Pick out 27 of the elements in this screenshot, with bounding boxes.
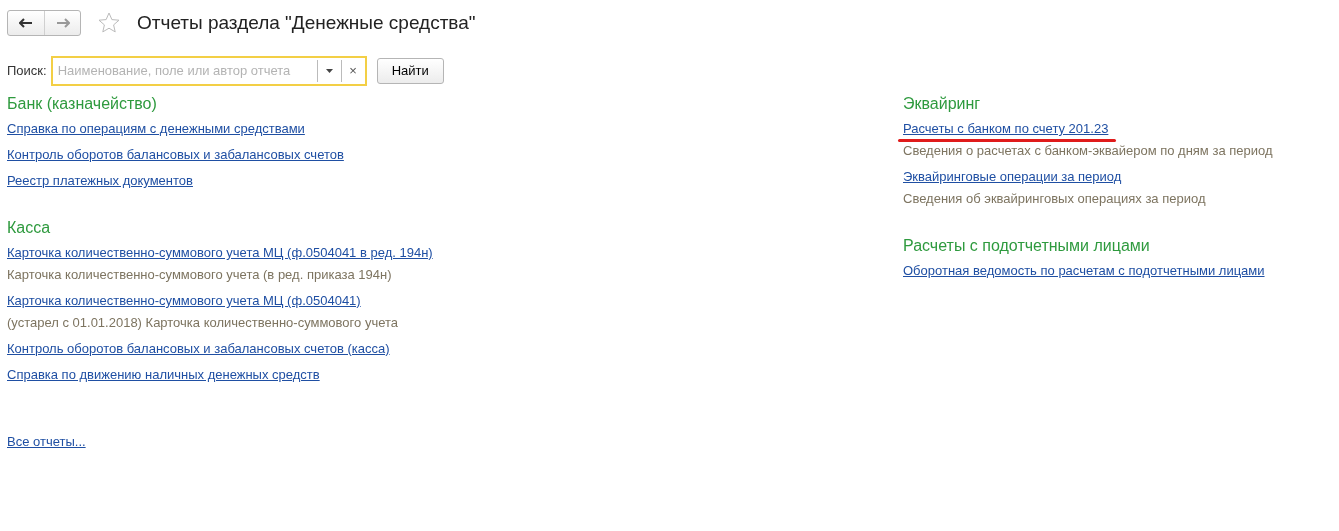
right-arrow-icon bbox=[55, 18, 70, 28]
search-label: Поиск: bbox=[7, 62, 47, 81]
star-icon[interactable] bbox=[97, 11, 121, 35]
report-description: Сведения о расчетах с банком-эквайером по дням за период bbox=[903, 143, 1273, 158]
left-arrow-icon bbox=[19, 18, 33, 28]
report-link[interactable]: Справка по движению наличных денежных средств bbox=[7, 367, 320, 382]
report-link[interactable]: Карточка количественно-суммового учета МЦ (ф.0504041 в ред. 194н) bbox=[7, 245, 433, 260]
section-heading: Банк (казначейство) bbox=[7, 94, 158, 114]
find-button[interactable]: Найти bbox=[376, 58, 444, 84]
report-link[interactable]: Расчеты с банком по счету 201.23 bbox=[903, 121, 1109, 136]
report-description: Сведения об эквайринговых операциях за период bbox=[903, 191, 1206, 206]
report-link[interactable]: Контроль оборотов балансовых и забалансовых счетов (касса) bbox=[7, 341, 390, 356]
report-description: Карточка количественно-суммового учета (в ред. приказа 194н) bbox=[7, 267, 392, 282]
section-heading: Расчеты с подотчетными лицами bbox=[903, 236, 1151, 256]
report-link[interactable]: Справка по операциям с денежными средствами bbox=[7, 121, 305, 136]
report-link[interactable]: Оборотная ведомость по расчетам с подотчетными лицами bbox=[903, 263, 1265, 278]
report-link[interactable]: Карточка количественно-суммового учета МЦ (ф.0504041) bbox=[7, 293, 361, 308]
report-description: (устарел с 01.01.2018) Карточка количественно-суммового учета bbox=[7, 315, 398, 330]
report-link[interactable]: Эквайринговые операции за период bbox=[903, 169, 1122, 184]
clear-button[interactable]: × bbox=[340, 60, 365, 82]
report-link[interactable]: Контроль оборотов балансовых и забалансовых счетов bbox=[7, 147, 344, 162]
section-heading: Эквайринг bbox=[903, 94, 982, 114]
report-link[interactable]: Реестр платежных документов bbox=[7, 173, 193, 188]
section-heading: Касса bbox=[7, 218, 52, 238]
search-field[interactable]: Наименование, поле или автор отчета × bbox=[50, 56, 367, 86]
page-title: Отчеты раздела "Денежные средства" bbox=[137, 11, 476, 35]
all-reports-link[interactable]: Все отчеты... bbox=[7, 432, 86, 452]
